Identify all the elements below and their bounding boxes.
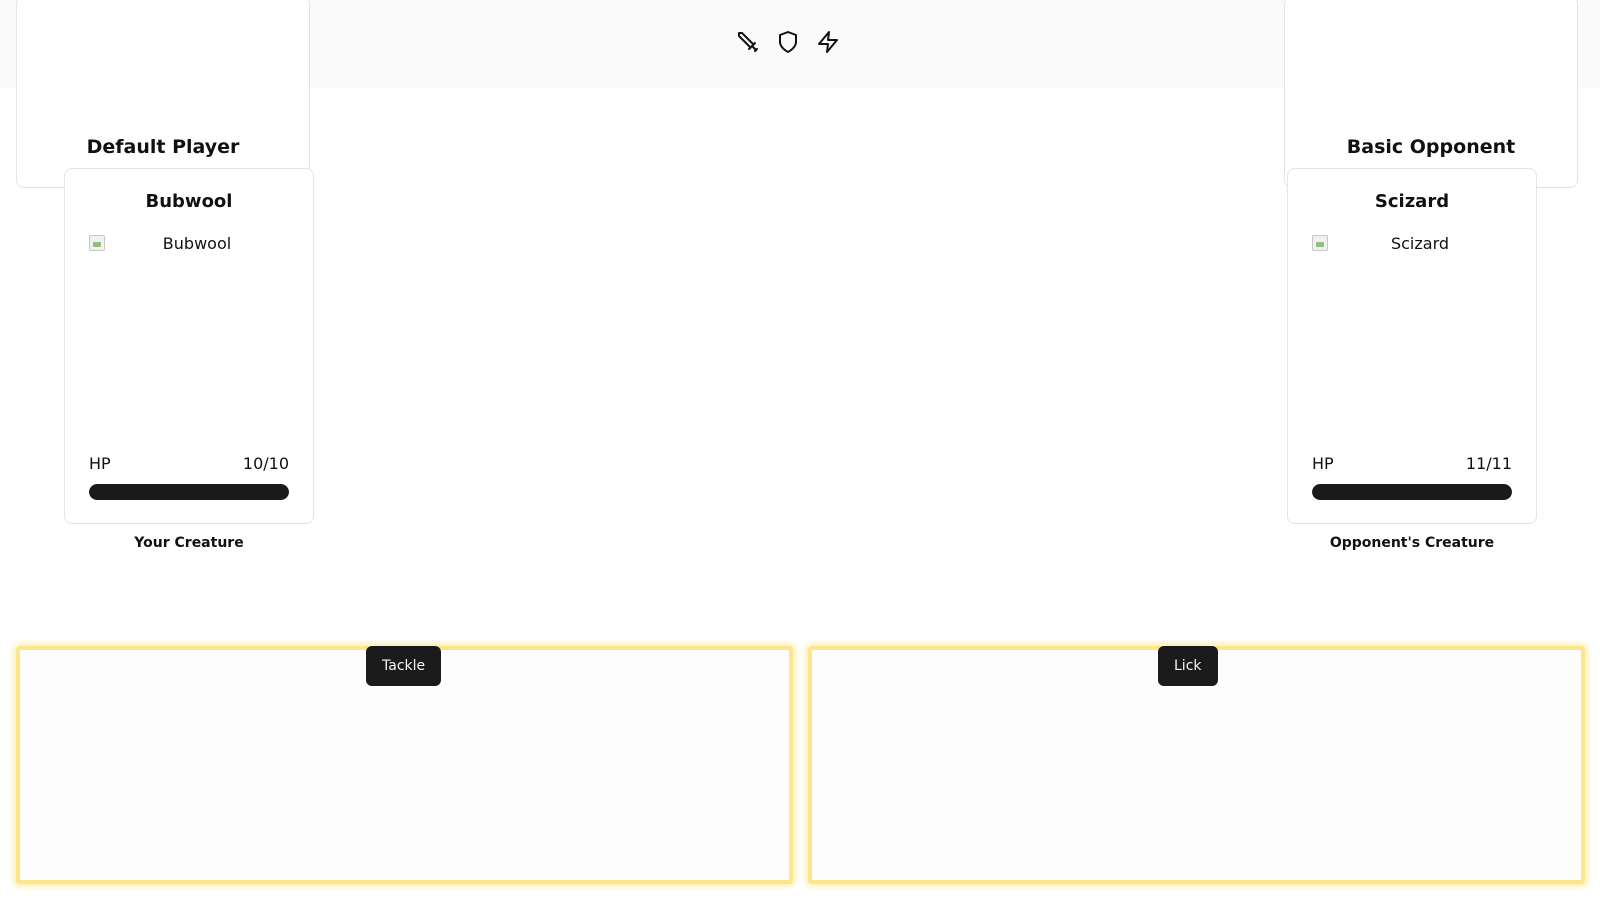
move-button-tackle[interactable]: Tackle xyxy=(366,646,442,686)
hp-bar xyxy=(89,484,289,500)
hp-label: HP xyxy=(1312,454,1334,473)
hp-value: 10/10 xyxy=(242,454,289,473)
opponent-name: Basic Opponent xyxy=(1346,136,1516,158)
move-button-lick[interactable]: Lick xyxy=(1158,646,1218,686)
player-panel: Default Player xyxy=(16,0,310,188)
player-name: Default Player xyxy=(86,136,240,158)
creature-name: Bubwool xyxy=(145,191,233,212)
hp-row: HP 10/10 xyxy=(89,454,289,473)
opponent-creature-caption: Opponent's Creature xyxy=(1329,535,1495,551)
hp-label: HP xyxy=(89,454,111,473)
hp-bar-fill xyxy=(1312,484,1512,500)
opponent-creature-card[interactable]: Scizard Scizard HP 11/11 xyxy=(1287,168,1537,524)
sword-icon[interactable] xyxy=(736,30,760,54)
player-creature-caption: Your Creature xyxy=(134,535,244,551)
opponent-panel: Basic Opponent xyxy=(1284,0,1578,188)
hp-bar xyxy=(1312,484,1512,500)
creature-image: Scizard xyxy=(1312,235,1512,425)
move-slot-2[interactable]: Lick xyxy=(808,646,1585,884)
creature-image-alt: Scizard xyxy=(1390,234,1450,253)
move-slot-1[interactable]: Tackle xyxy=(16,646,793,884)
creature-image: Bubwool xyxy=(89,235,289,425)
creature-name: Scizard xyxy=(1374,191,1450,212)
hp-value: 11/11 xyxy=(1465,454,1512,473)
broken-image-icon xyxy=(89,235,105,251)
shield-icon[interactable] xyxy=(776,30,800,54)
lightning-icon[interactable] xyxy=(816,30,840,54)
creature-image-alt: Bubwool xyxy=(162,234,232,253)
hp-bar-fill xyxy=(89,484,289,500)
player-creature-card[interactable]: Bubwool Bubwool HP 10/10 xyxy=(64,168,314,524)
hp-row: HP 11/11 xyxy=(1312,454,1512,473)
broken-image-icon xyxy=(1312,235,1328,251)
top-icon-group xyxy=(736,30,840,54)
